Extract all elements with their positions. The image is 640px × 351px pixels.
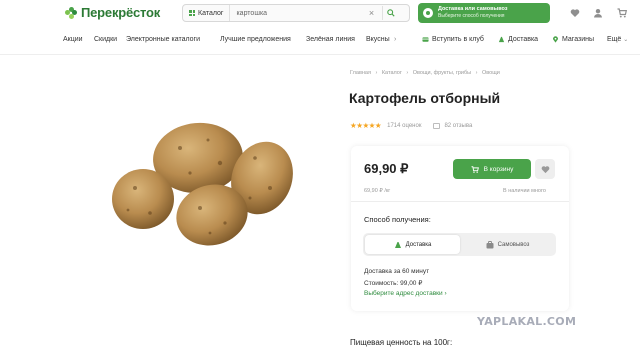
card-icon (422, 37, 429, 42)
delivery-time: Доставка за 60 минут (364, 268, 430, 275)
watermark: YAPLAKAL.COM (477, 315, 577, 328)
header: Перекрёсток Каталог × Доставка или самов… (0, 0, 640, 27)
nutrition-heading: Пищевая ценность на 100г: (350, 338, 453, 347)
delivery-icon (498, 36, 505, 43)
product-image (112, 122, 293, 246)
ratings-count[interactable]: 1714 оценок (387, 123, 421, 129)
option-pickup-label: Самовывоз (497, 241, 530, 248)
banner-subtitle: Выберите способ получения (438, 13, 505, 19)
catalog-label: Каталог (198, 9, 224, 17)
heart-icon[interactable] (570, 8, 580, 18)
nav-item-green-line[interactable]: Зелёная линия (306, 36, 355, 43)
cart-icon (471, 165, 479, 173)
nav-item-club[interactable]: Вступить в клуб (422, 36, 484, 43)
cart-icon[interactable] (617, 8, 627, 18)
buy-card: 69,90 ₽ В корзину 69,90 ₽ /кг В наличии … (351, 146, 569, 311)
location-icon (553, 36, 558, 43)
option-pickup[interactable]: Самовывоз (460, 235, 555, 254)
favorite-button[interactable] (535, 159, 555, 179)
nav-club-label: Вступить в клуб (432, 36, 484, 43)
chevron-down-icon: ⌄ (623, 37, 629, 43)
breadcrumb-catalog[interactable]: Каталог (382, 70, 402, 76)
nav-more-label: Ещё (607, 36, 622, 43)
nav-item-discounts[interactable]: Скидки (94, 36, 117, 43)
nav-item-catalogs[interactable]: Электронные каталоги (126, 36, 200, 43)
grid-icon (189, 10, 195, 16)
clear-icon[interactable]: × (366, 8, 376, 18)
product-title: Картофель отборный (349, 90, 501, 106)
nav-item-best-offers[interactable]: Лучшие предложения (220, 36, 291, 43)
option-delivery-label: Доставка (405, 241, 432, 248)
rating-stars[interactable]: ★★★★★ (350, 121, 382, 130)
nav-scroll-arrow[interactable]: › (394, 36, 396, 43)
breadcrumb: Главная › Каталог › Овощи, фрукты, грибы… (350, 70, 503, 76)
search-button[interactable] (382, 6, 398, 20)
rating-row: ★★★★★ 1714 оценок 82 отзыва (350, 121, 472, 130)
choose-address-link[interactable]: Выберите адрес доставки › (364, 290, 447, 297)
nav-item-promo[interactable]: Акции (63, 36, 83, 43)
nav-stores-label: Магазины (562, 36, 595, 43)
delivery-method-label: Способ получения: (364, 215, 431, 224)
nav-delivery-label: Доставка (508, 36, 539, 43)
price: 69,90 ₽ (364, 161, 409, 176)
delivery-icon (394, 241, 401, 248)
location-pin-icon (423, 8, 433, 18)
option-delivery[interactable]: Доставка (365, 235, 460, 254)
search-bar: Каталог × (182, 4, 410, 22)
reviews-link[interactable]: 82 отзыва (433, 122, 473, 129)
comment-icon (433, 122, 441, 129)
user-icon[interactable] (593, 8, 603, 18)
main-nav: Акции Скидки Электронные каталоги Лучшие… (0, 27, 640, 55)
breadcrumb-home[interactable]: Главная (350, 70, 371, 76)
add-to-cart-button[interactable]: В корзину (453, 159, 531, 179)
search-input[interactable] (230, 9, 363, 17)
nav-item-stores[interactable]: Магазины (552, 36, 594, 43)
delivery-banner[interactable]: Доставка или самовывоз Выберите способ п… (418, 3, 550, 23)
unit-price: 69,90 ₽ /кг (364, 188, 391, 194)
nav-item-more[interactable]: Ещё ⌄ (607, 36, 628, 43)
breadcrumb-vegetables[interactable]: Овощи (482, 70, 500, 76)
logo[interactable]: Перекрёсток (65, 5, 160, 20)
breadcrumb-separator: › (475, 70, 478, 76)
breadcrumb-produce[interactable]: Овощи, фрукты, грибы (413, 70, 471, 76)
divider (351, 201, 569, 202)
delivery-method-toggle: Доставка Самовывоз (363, 233, 556, 256)
store-pickup-icon (486, 240, 494, 248)
banner-title: Доставка или самовывоз (438, 6, 508, 12)
heart-icon (541, 165, 549, 173)
nav-item-tasty[interactable]: Вкусны (366, 36, 390, 43)
catalog-button[interactable]: Каталог (183, 5, 231, 21)
add-to-cart-label: В корзину (483, 165, 514, 173)
delivery-cost: Стоимость: 99,00 ₽ (364, 280, 423, 287)
stock-status: В наличии много (503, 188, 546, 194)
reviews-count: 82 отзыва (444, 122, 473, 129)
logo-mark-icon (65, 6, 77, 19)
breadcrumb-separator: › (375, 70, 378, 76)
search-icon (387, 9, 395, 17)
nav-item-delivery[interactable]: Доставка (498, 36, 538, 43)
logo-text: Перекрёсток (81, 5, 161, 20)
breadcrumb-separator: › (406, 70, 409, 76)
